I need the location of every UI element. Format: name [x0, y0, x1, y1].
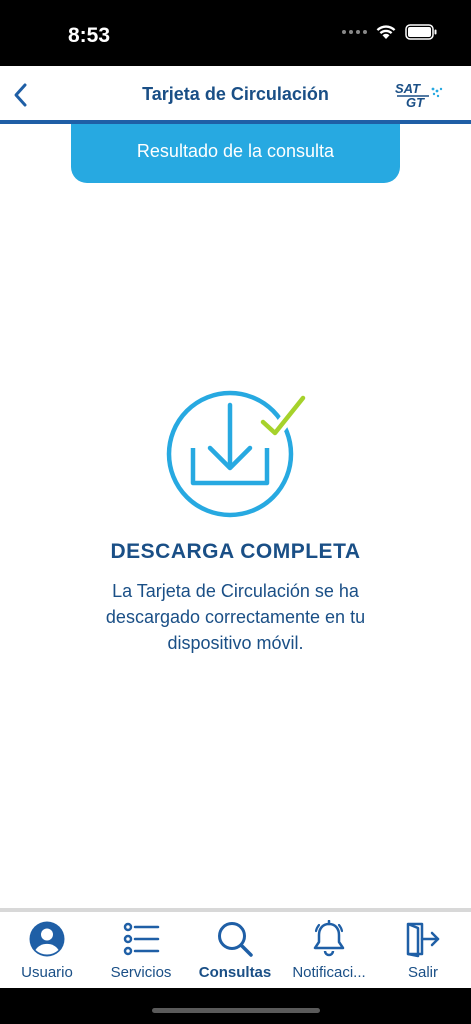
status-icons [342, 24, 437, 40]
tab-label: Salir [407, 964, 438, 981]
search-icon [218, 922, 253, 957]
user-icon [29, 921, 65, 957]
status-bar: 8:53 [0, 0, 471, 66]
logo-text-top: SAT [395, 81, 421, 96]
tab-consultas[interactable]: Consultas [188, 920, 282, 986]
status-time: 8:53 [68, 24, 111, 47]
sat-gt-logo: SAT GT [395, 81, 443, 110]
tab-label: Servicios [110, 964, 172, 981]
nav-bar: Tarjeta de Circulación SAT GT [0, 66, 471, 124]
home-indicator-area [0, 988, 471, 1024]
battery-icon [405, 24, 437, 40]
list-icon [123, 922, 160, 956]
tab-label: Notificaci... [292, 964, 366, 981]
tab-usuario[interactable]: Usuario [0, 920, 94, 986]
success-message: La Tarjeta de Circulación se ha descarga… [105, 581, 366, 653]
bell-icon [313, 920, 345, 957]
exit-icon [406, 922, 440, 958]
tab-label: Consultas [198, 964, 272, 981]
result-header: Resultado de la consulta [71, 124, 400, 183]
tab-salir[interactable]: Salir [376, 920, 470, 986]
tab-notificaciones[interactable]: Notificaci... [282, 920, 376, 986]
logo-text-bottom: GT [406, 95, 425, 110]
signal-icon [342, 30, 367, 34]
download-complete-icon [166, 390, 309, 518]
home-indicator[interactable] [152, 1008, 320, 1013]
tab-label: Usuario [21, 964, 73, 981]
success-headline: DESCARGA COMPLETA [110, 540, 361, 563]
tab-servicios[interactable]: Servicios [94, 920, 188, 986]
wifi-icon [376, 25, 396, 39]
tab-bar: Usuario Servicios Consultas Notificaci..… [0, 908, 471, 988]
